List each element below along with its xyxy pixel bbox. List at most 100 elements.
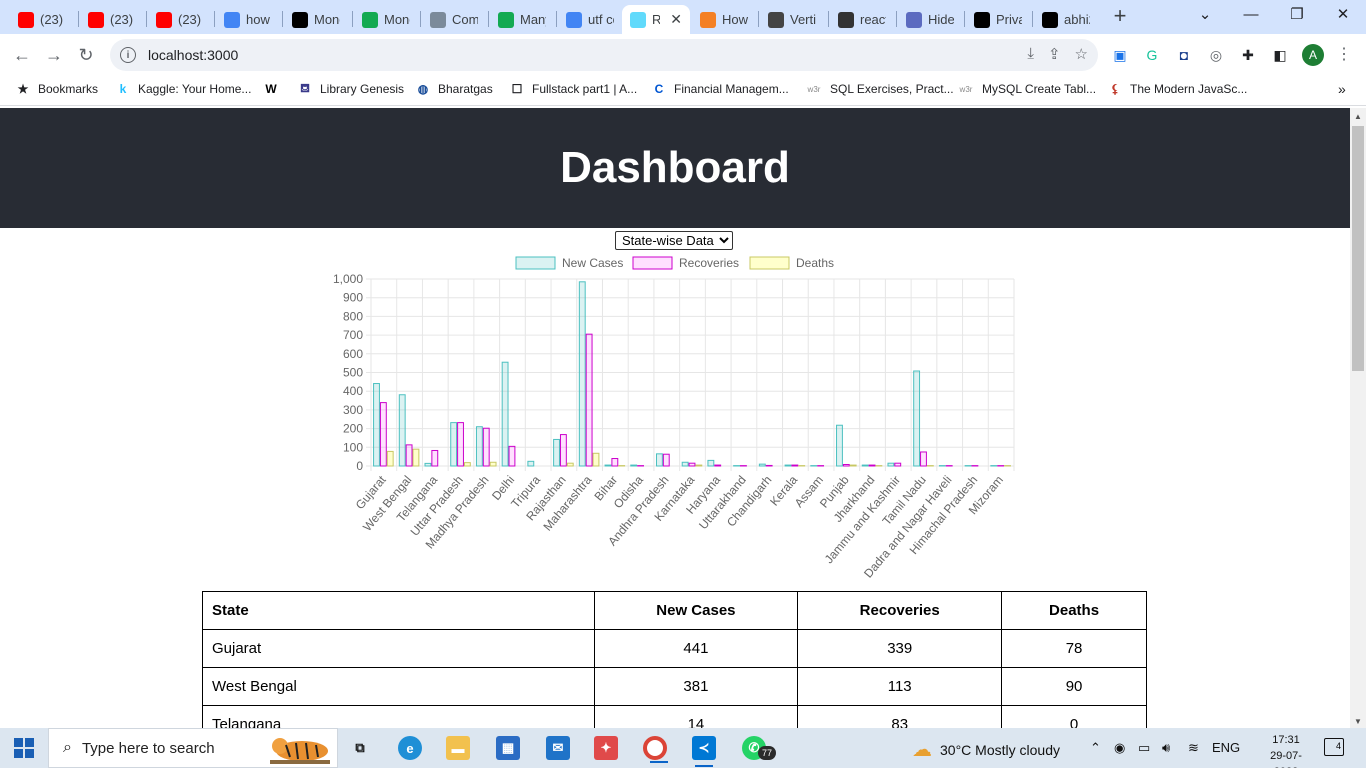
data-view-select[interactable]: State-wise Data: [615, 231, 733, 250]
minimize-button[interactable]: —: [1236, 3, 1266, 27]
browser-tab[interactable]: utf cc: [558, 5, 622, 34]
scroll-thumb[interactable]: [1352, 126, 1364, 371]
y-tick-label: 600: [343, 347, 363, 361]
microsoft-store-icon[interactable]: ▦: [496, 736, 520, 760]
scroll-up-arrow-icon[interactable]: ▲: [1354, 112, 1362, 121]
bookmark-item[interactable]: ⚸ The Modern JavaSc...: [1108, 82, 1248, 96]
chart-bar: [836, 424, 843, 467]
reload-button[interactable]: ↻: [74, 43, 98, 67]
extension-icon[interactable]: ▣: [1110, 45, 1130, 65]
task-view-icon[interactable]: ⧉: [348, 736, 372, 760]
browser-tab[interactable]: react: [830, 5, 894, 34]
browser-tab[interactable]: Re ✕: [622, 5, 690, 34]
notification-center-icon[interactable]: 4: [1324, 738, 1344, 756]
clock-time: 17:31: [1272, 734, 1300, 746]
wifi-icon[interactable]: ≋: [1188, 740, 1199, 756]
browser-tab[interactable]: (23) Y: [10, 5, 74, 34]
bookmark-item[interactable]: C Financial Managem...: [652, 82, 789, 96]
header-state: State: [202, 591, 595, 630]
browser-tab[interactable]: abhi2: [1034, 5, 1098, 34]
windows-start-icon[interactable]: [14, 738, 34, 758]
tab-title: Re: [652, 12, 661, 27]
share-icon[interactable]: ⇪: [1048, 45, 1061, 63]
gift-icon[interactable]: ✦: [594, 736, 618, 760]
forward-button[interactable]: →: [42, 43, 66, 67]
bookmark-item[interactable]: k Kaggle: Your Home...: [116, 82, 252, 96]
chart-bar: [489, 461, 497, 467]
address-bar[interactable]: i localhost:3000 ⤓ ⇪ ☆: [110, 39, 1098, 71]
browser-tab[interactable]: Many: [490, 5, 554, 34]
url-text[interactable]: localhost:3000: [148, 47, 238, 63]
chart-bar: [849, 464, 857, 467]
bookmark-item[interactable]: W: [264, 82, 278, 96]
extension-circle-icon[interactable]: ◎: [1206, 45, 1226, 65]
extensions-puzzle-icon[interactable]: ✚: [1238, 45, 1258, 65]
bharatgas-icon: ◍: [417, 82, 429, 96]
library-icon: ⛾: [300, 81, 310, 95]
chart-bar: [482, 427, 490, 467]
tiger-search-highlight-icon[interactable]: [266, 731, 334, 765]
grammarly-icon[interactable]: G: [1142, 45, 1162, 65]
chart-svg: 01002003004005006007008009001,000Gujarat…: [333, 256, 1015, 581]
close-tab-icon[interactable]: ✕: [670, 11, 682, 28]
browser-tab[interactable]: how c: [216, 5, 280, 34]
browser-tab[interactable]: Mong: [354, 5, 418, 34]
file-explorer-icon[interactable]: ▬: [446, 736, 470, 760]
tab-separator: [1032, 11, 1033, 27]
chart-bar: [559, 434, 567, 467]
back-button[interactable]: ←: [10, 43, 34, 67]
tray-chevron-up-icon[interactable]: ⌃: [1090, 740, 1101, 756]
tab-search-chevron-icon[interactable]: ⌄: [1190, 3, 1220, 27]
install-app-icon[interactable]: ⤓: [1027, 45, 1034, 63]
bookmark-item[interactable]: ⛾ Library Genesis: [298, 81, 404, 96]
browser-tab[interactable]: Vertic: [760, 5, 824, 34]
browser-tab[interactable]: Com: [422, 5, 486, 34]
weather-widget[interactable]: ☁ 30°C Mostly cloudy: [912, 737, 1060, 762]
browser-tab[interactable]: Privat: [966, 5, 1030, 34]
vscode-icon[interactable]: ≺: [692, 736, 716, 767]
bookmark-star-icon[interactable]: ☆: [1075, 45, 1088, 63]
cell-state: Telangana: [202, 705, 595, 728]
cell-new-cases: 14: [593, 705, 799, 728]
bookmark-item[interactable]: w3r SQL Exercises, Pract...: [806, 82, 954, 96]
chart-bar: [578, 281, 586, 467]
language-indicator[interactable]: ENG: [1212, 740, 1240, 755]
mail-icon[interactable]: ✉: [546, 736, 570, 760]
browser-tab[interactable]: (23) 3: [148, 5, 212, 34]
close-window-button[interactable]: ✕: [1328, 3, 1358, 27]
weather-text: 30°C Mostly cloudy: [940, 741, 1060, 758]
tab-title: Com: [452, 12, 478, 27]
bookmark-item[interactable]: ☐ Fullstack part1 | A...: [510, 82, 638, 96]
chart-bar: [714, 464, 722, 467]
bookmark-item[interactable]: w3r MySQL Create Tabl...: [958, 82, 1097, 96]
edge-icon[interactable]: e: [398, 736, 422, 760]
scroll-down-arrow-icon[interactable]: ▼: [1354, 717, 1362, 726]
tab-title: Privat: [996, 12, 1022, 27]
bookmark-item[interactable]: ★ Bookmarks: [16, 82, 98, 96]
site-info-icon[interactable]: i: [120, 47, 136, 63]
mongodb-icon: [362, 11, 378, 28]
side-panel-icon[interactable]: ◧: [1270, 45, 1290, 65]
tab-separator: [556, 11, 557, 27]
browser-tab[interactable]: Hide: [898, 5, 962, 34]
system-clock[interactable]: 17:31 29-07-2023: [1258, 732, 1314, 768]
tab-title: (23) U: [110, 12, 136, 27]
browser-tab[interactable]: How: [692, 5, 756, 34]
browser-tab[interactable]: (23) U: [80, 5, 144, 34]
cloud-icon: [430, 11, 446, 28]
chrome-icon[interactable]: [643, 736, 668, 763]
record-icon[interactable]: ◉: [1114, 740, 1125, 756]
profile-avatar[interactable]: A: [1302, 44, 1324, 66]
cell-deaths: 78: [1001, 629, 1147, 668]
battery-icon[interactable]: ▭: [1138, 740, 1150, 756]
page-scrollbar[interactable]: ▲ ▼: [1350, 108, 1366, 728]
volume-icon[interactable]: 🔊︎: [1162, 740, 1170, 756]
search-placeholder[interactable]: Type here to search: [82, 740, 215, 757]
maximize-button[interactable]: ❐: [1282, 3, 1312, 27]
new-tab-button[interactable]: +: [1108, 5, 1132, 29]
menu-kebab-icon[interactable]: ⋮: [1336, 44, 1352, 64]
password-manager-icon[interactable]: ◘: [1174, 45, 1194, 65]
bookmark-item[interactable]: ◍ Bharatgas: [416, 82, 493, 96]
more-bookmarks-icon[interactable]: »: [1338, 81, 1346, 97]
browser-tab[interactable]: Mong: [284, 5, 348, 34]
